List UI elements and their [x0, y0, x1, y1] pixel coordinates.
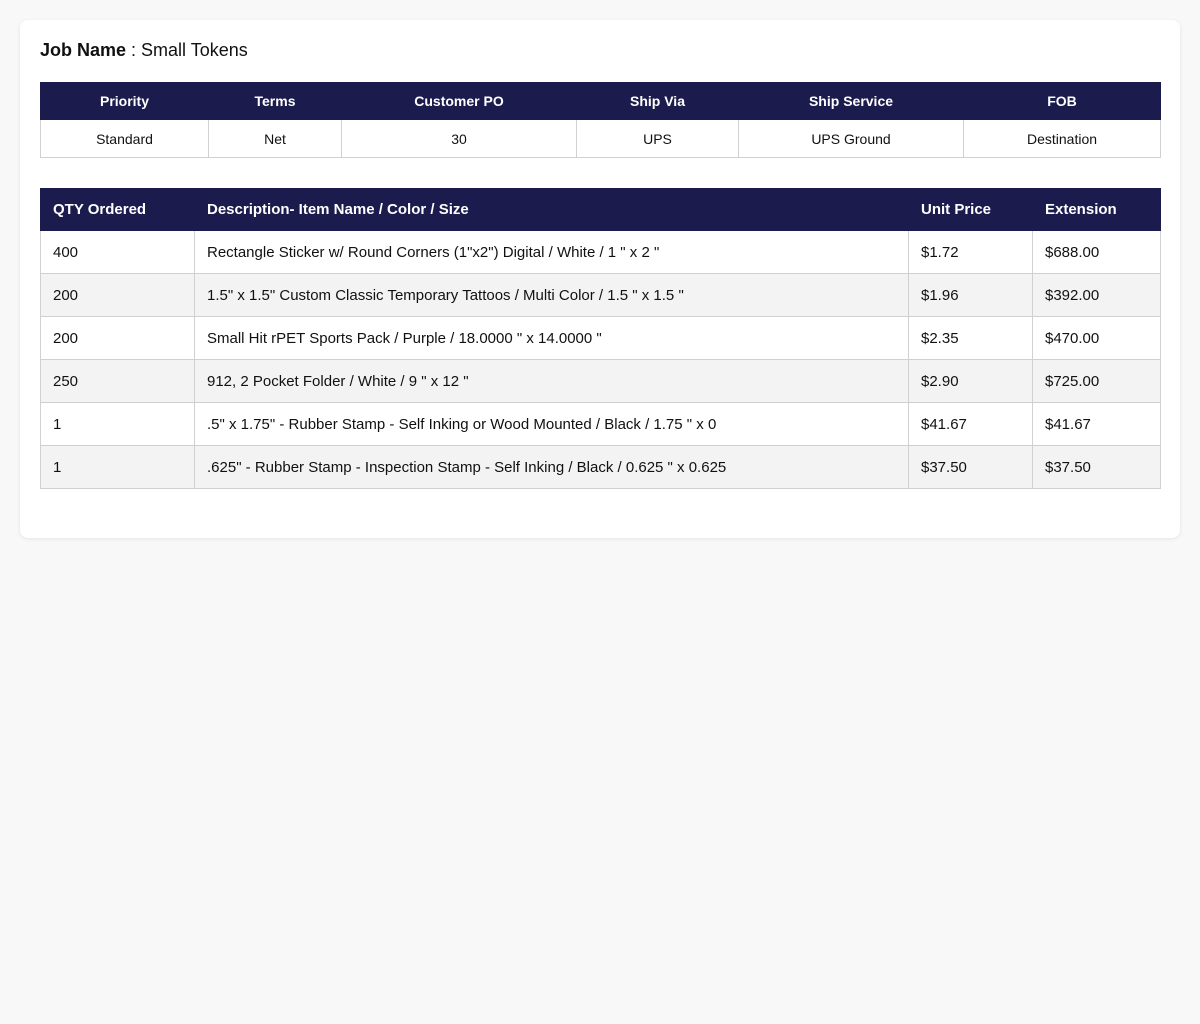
unit-price-cell: $41.67 — [908, 402, 1033, 446]
unit-price-header: Unit Price — [908, 188, 1033, 231]
order-info-value-row: Standard Net 30 UPS UPS Ground Destinati… — [40, 119, 1161, 158]
customer-po-header: Customer PO — [341, 82, 577, 120]
extension-cell: $725.00 — [1032, 359, 1161, 403]
job-name-line: Job Name : Small Tokens — [40, 38, 1160, 62]
unit-price-cell: $1.96 — [908, 273, 1033, 317]
terms-value: Net — [208, 119, 342, 158]
unit-price-cell: $37.50 — [908, 445, 1033, 489]
description-cell: 1.5" x 1.5" Custom Classic Temporary Tat… — [194, 273, 909, 317]
order-info-table: Priority Terms Customer PO Ship Via Ship… — [40, 82, 1161, 158]
description-cell: .5" x 1.75" - Rubber Stamp - Self Inking… — [194, 402, 909, 446]
unit-price-cell: $2.90 — [908, 359, 1033, 403]
table-row: 250 912, 2 Pocket Folder / White / 9 " x… — [40, 359, 1161, 403]
fob-value: Destination — [963, 119, 1161, 158]
order-card: Job Name : Small Tokens Priority Terms C… — [20, 20, 1180, 538]
fob-header: FOB — [963, 82, 1161, 120]
job-name-label: Job Name — [40, 40, 127, 60]
line-items-table: QTY Ordered Description- Item Name / Col… — [40, 188, 1161, 489]
job-name-separator: : — [126, 40, 142, 60]
qty-cell: 250 — [40, 359, 195, 403]
qty-header: QTY Ordered — [40, 188, 195, 231]
table-row: 1 .625" - Rubber Stamp - Inspection Stam… — [40, 445, 1161, 489]
qty-cell: 400 — [40, 230, 195, 274]
qty-cell: 1 — [40, 402, 195, 446]
order-info-header-row: Priority Terms Customer PO Ship Via Ship… — [40, 82, 1161, 120]
ship-via-header: Ship Via — [576, 82, 739, 120]
ship-service-value: UPS Ground — [738, 119, 964, 158]
customer-po-value: 30 — [341, 119, 577, 158]
terms-header: Terms — [208, 82, 342, 120]
priority-header: Priority — [40, 82, 209, 120]
extension-cell: $37.50 — [1032, 445, 1161, 489]
qty-cell: 200 — [40, 316, 195, 360]
ship-service-header: Ship Service — [738, 82, 964, 120]
table-row: 1 .5" x 1.75" - Rubber Stamp - Self Inki… — [40, 402, 1161, 446]
extension-cell: $470.00 — [1032, 316, 1161, 360]
line-items-header-row: QTY Ordered Description- Item Name / Col… — [40, 188, 1161, 231]
description-cell: 912, 2 Pocket Folder / White / 9 " x 12 … — [194, 359, 909, 403]
job-name-value: Small Tokens — [141, 40, 248, 60]
description-cell: .625" - Rubber Stamp - Inspection Stamp … — [194, 445, 909, 489]
qty-cell: 1 — [40, 445, 195, 489]
description-cell: Rectangle Sticker w/ Round Corners (1"x2… — [194, 230, 909, 274]
unit-price-cell: $1.72 — [908, 230, 1033, 274]
table-row: 400 Rectangle Sticker w/ Round Corners (… — [40, 230, 1161, 274]
description-header: Description- Item Name / Color / Size — [194, 188, 909, 231]
extension-header: Extension — [1032, 188, 1161, 231]
ship-via-value: UPS — [576, 119, 739, 158]
table-row: 200 1.5" x 1.5" Custom Classic Temporary… — [40, 273, 1161, 317]
priority-value: Standard — [40, 119, 209, 158]
extension-cell: $688.00 — [1032, 230, 1161, 274]
description-cell: Small Hit rPET Sports Pack / Purple / 18… — [194, 316, 909, 360]
unit-price-cell: $2.35 — [908, 316, 1033, 360]
extension-cell: $41.67 — [1032, 402, 1161, 446]
table-row: 200 Small Hit rPET Sports Pack / Purple … — [40, 316, 1161, 360]
qty-cell: 200 — [40, 273, 195, 317]
extension-cell: $392.00 — [1032, 273, 1161, 317]
